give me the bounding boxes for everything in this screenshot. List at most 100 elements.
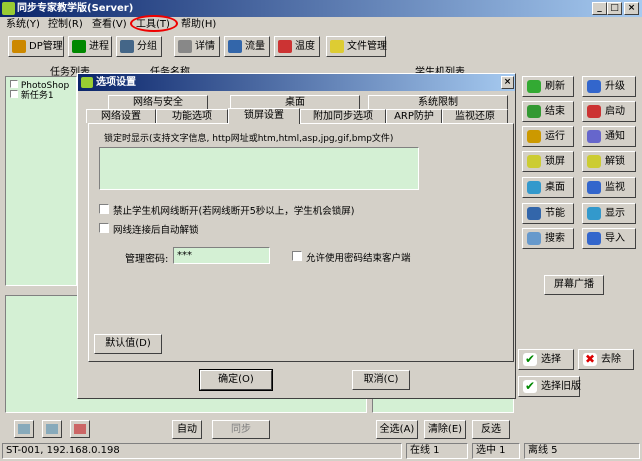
import-button[interactable]: 导入 [582, 228, 636, 249]
list-item[interactable]: 新任务1 [10, 90, 54, 101]
toolbar-group-button[interactable]: 分组 [116, 36, 162, 57]
search-icon [527, 232, 541, 245]
check-icon: ✔ [523, 352, 537, 366]
status-offline: 离线 5 [524, 443, 640, 459]
monitor-button[interactable]: 监视 [582, 177, 636, 198]
unlock-icon [587, 155, 601, 168]
window-title: 同步专家教学版(Server) [17, 3, 134, 14]
process-icon [72, 40, 86, 53]
menu-system[interactable]: 系统(Y) [6, 17, 40, 32]
upgrade-icon [587, 80, 601, 93]
toolbar-temperature-button[interactable]: 温度 [274, 36, 320, 57]
lock-text-input[interactable] [99, 147, 419, 190]
upgrade-button[interactable]: 升级 [582, 76, 636, 97]
monitor-icon [587, 181, 601, 194]
auto-unlock-checkbox[interactable] [99, 223, 109, 233]
copy-task-icon[interactable] [42, 420, 62, 438]
select-button[interactable]: ✔ 选择 [518, 349, 574, 370]
desktop-icon [527, 181, 541, 194]
default-button[interactable]: 默认值(D) [94, 334, 162, 354]
password-label: 管理密码: [125, 254, 169, 265]
status-online: 在线 1 [406, 443, 468, 459]
cross-icon: ✖ [583, 352, 597, 366]
ok-button[interactable]: 确定(O) [199, 369, 273, 391]
details-icon [178, 40, 192, 53]
group-icon [120, 40, 134, 53]
temperature-icon [278, 40, 292, 53]
dialog-close-button[interactable]: × [501, 76, 514, 89]
status-selected: 选中 1 [472, 443, 520, 459]
display-icon [587, 207, 601, 220]
lock-button[interactable]: 锁屏 [522, 151, 574, 172]
dialog-title-bar: 选项设置 [78, 74, 515, 91]
search-button[interactable]: 搜索 [522, 228, 574, 249]
toolbar-details-button[interactable]: 详情 [174, 36, 220, 57]
password-input[interactable]: *** [173, 247, 270, 264]
invert-button[interactable]: 反选 [472, 420, 510, 439]
notify-button[interactable]: 通知 [582, 126, 636, 147]
refresh-button[interactable]: 刷新 [522, 76, 574, 97]
tab-network-security[interactable]: 网络与安全 [108, 95, 208, 109]
options-dialog: 选项设置 × 网络与安全 桌面 系统限制 网络设置 功能选项 锁屏设置 附加同步… [77, 73, 516, 399]
toolbar-dp-button[interactable]: DP管理 [8, 36, 64, 57]
folder-icon [330, 40, 344, 53]
allow-pwd-exit-checkbox[interactable] [292, 251, 302, 261]
start-icon [587, 105, 601, 118]
tab-monitor-restore[interactable]: 监视还原 [442, 109, 508, 123]
app-icon [2, 2, 15, 15]
clear-button[interactable]: 清除(E) [424, 420, 466, 439]
auto-button[interactable]: 自动 [172, 420, 202, 439]
select-all-button[interactable]: 全选(A) [376, 420, 418, 439]
speaker-icon [587, 130, 601, 143]
auto-unlock-label: 网线连接后自动解锁 [113, 225, 199, 236]
allow-pwd-exit-label: 允许使用密码结束客户端 [306, 253, 411, 264]
display-button[interactable]: 显示 [582, 203, 636, 224]
tab-desktop[interactable]: 桌面 [230, 95, 360, 109]
traffic-icon [228, 40, 242, 53]
start-button[interactable]: 启动 [582, 101, 636, 122]
tab-system-restrictions[interactable]: 系统限制 [368, 95, 508, 109]
menu-control[interactable]: 控制(R) [48, 17, 83, 32]
toolbar-process-button[interactable]: 进程 [68, 36, 112, 57]
lock-icon [527, 155, 541, 168]
dp-icon [12, 40, 26, 53]
task-list[interactable]: PhotoShop 新任务1 [5, 76, 77, 286]
screen-broadcast-button[interactable]: 屏幕广播 [544, 275, 604, 295]
menu-view[interactable]: 查看(V) [92, 17, 127, 32]
dialog-title: 选项设置 [96, 77, 136, 88]
power-icon [527, 207, 541, 220]
select-old-button[interactable]: ✔ 选择旧版 [518, 376, 581, 397]
lock-text-label: 锁定时显示(支持文字信息, http网址或htm,html,asp,jpg,gi… [104, 134, 394, 144]
highlight-circle [130, 15, 178, 32]
end-button[interactable]: 结束 [522, 101, 574, 122]
disconnect-lock-label: 禁止学生机网线断开(若网线断开5秒以上，学生机会锁屏) [113, 206, 355, 217]
run-button[interactable]: 运行 [522, 126, 574, 147]
tab-extra-sync[interactable]: 附加同步选项 [300, 109, 386, 123]
desktop-button[interactable]: 桌面 [522, 177, 574, 198]
check-icon: ✔ [523, 379, 537, 393]
power-save-button[interactable]: 节能 [522, 203, 574, 224]
toolbar-file-manager-button[interactable]: 文件管理 [326, 36, 387, 57]
tab-function-options[interactable]: 功能选项 [156, 109, 228, 123]
disconnect-lock-checkbox[interactable] [99, 204, 109, 214]
sync-button[interactable]: 同步 [212, 420, 270, 439]
minimize-button[interactable]: _ [592, 2, 607, 15]
remove-button[interactable]: ✖ 去除 [578, 349, 634, 370]
menu-bar: 系统(Y) 控制(R) 查看(V) 工具(T) 帮助(H) [0, 17, 642, 32]
tab-network-settings[interactable]: 网络设置 [86, 109, 156, 123]
run-icon [527, 130, 541, 143]
window-title-bar: 同步专家教学版(Server) [0, 0, 642, 17]
status-address: ST-001, 192.168.0.198 [2, 443, 402, 459]
menu-help[interactable]: 帮助(H) [181, 17, 216, 32]
dialog-app-icon [81, 77, 93, 88]
unlock-button[interactable]: 解锁 [582, 151, 636, 172]
toolbar-traffic-button[interactable]: 流量 [224, 36, 270, 57]
end-icon [527, 105, 541, 118]
maximize-button[interactable]: □ [607, 2, 622, 15]
cancel-button[interactable]: 取消(C) [352, 370, 410, 390]
tab-lock-settings[interactable]: 锁屏设置 [228, 108, 300, 124]
add-task-icon[interactable] [14, 420, 34, 438]
tab-arp-protection[interactable]: ARP防护 [386, 109, 442, 123]
close-button[interactable]: × [624, 2, 639, 15]
delete-task-icon[interactable] [70, 420, 90, 438]
